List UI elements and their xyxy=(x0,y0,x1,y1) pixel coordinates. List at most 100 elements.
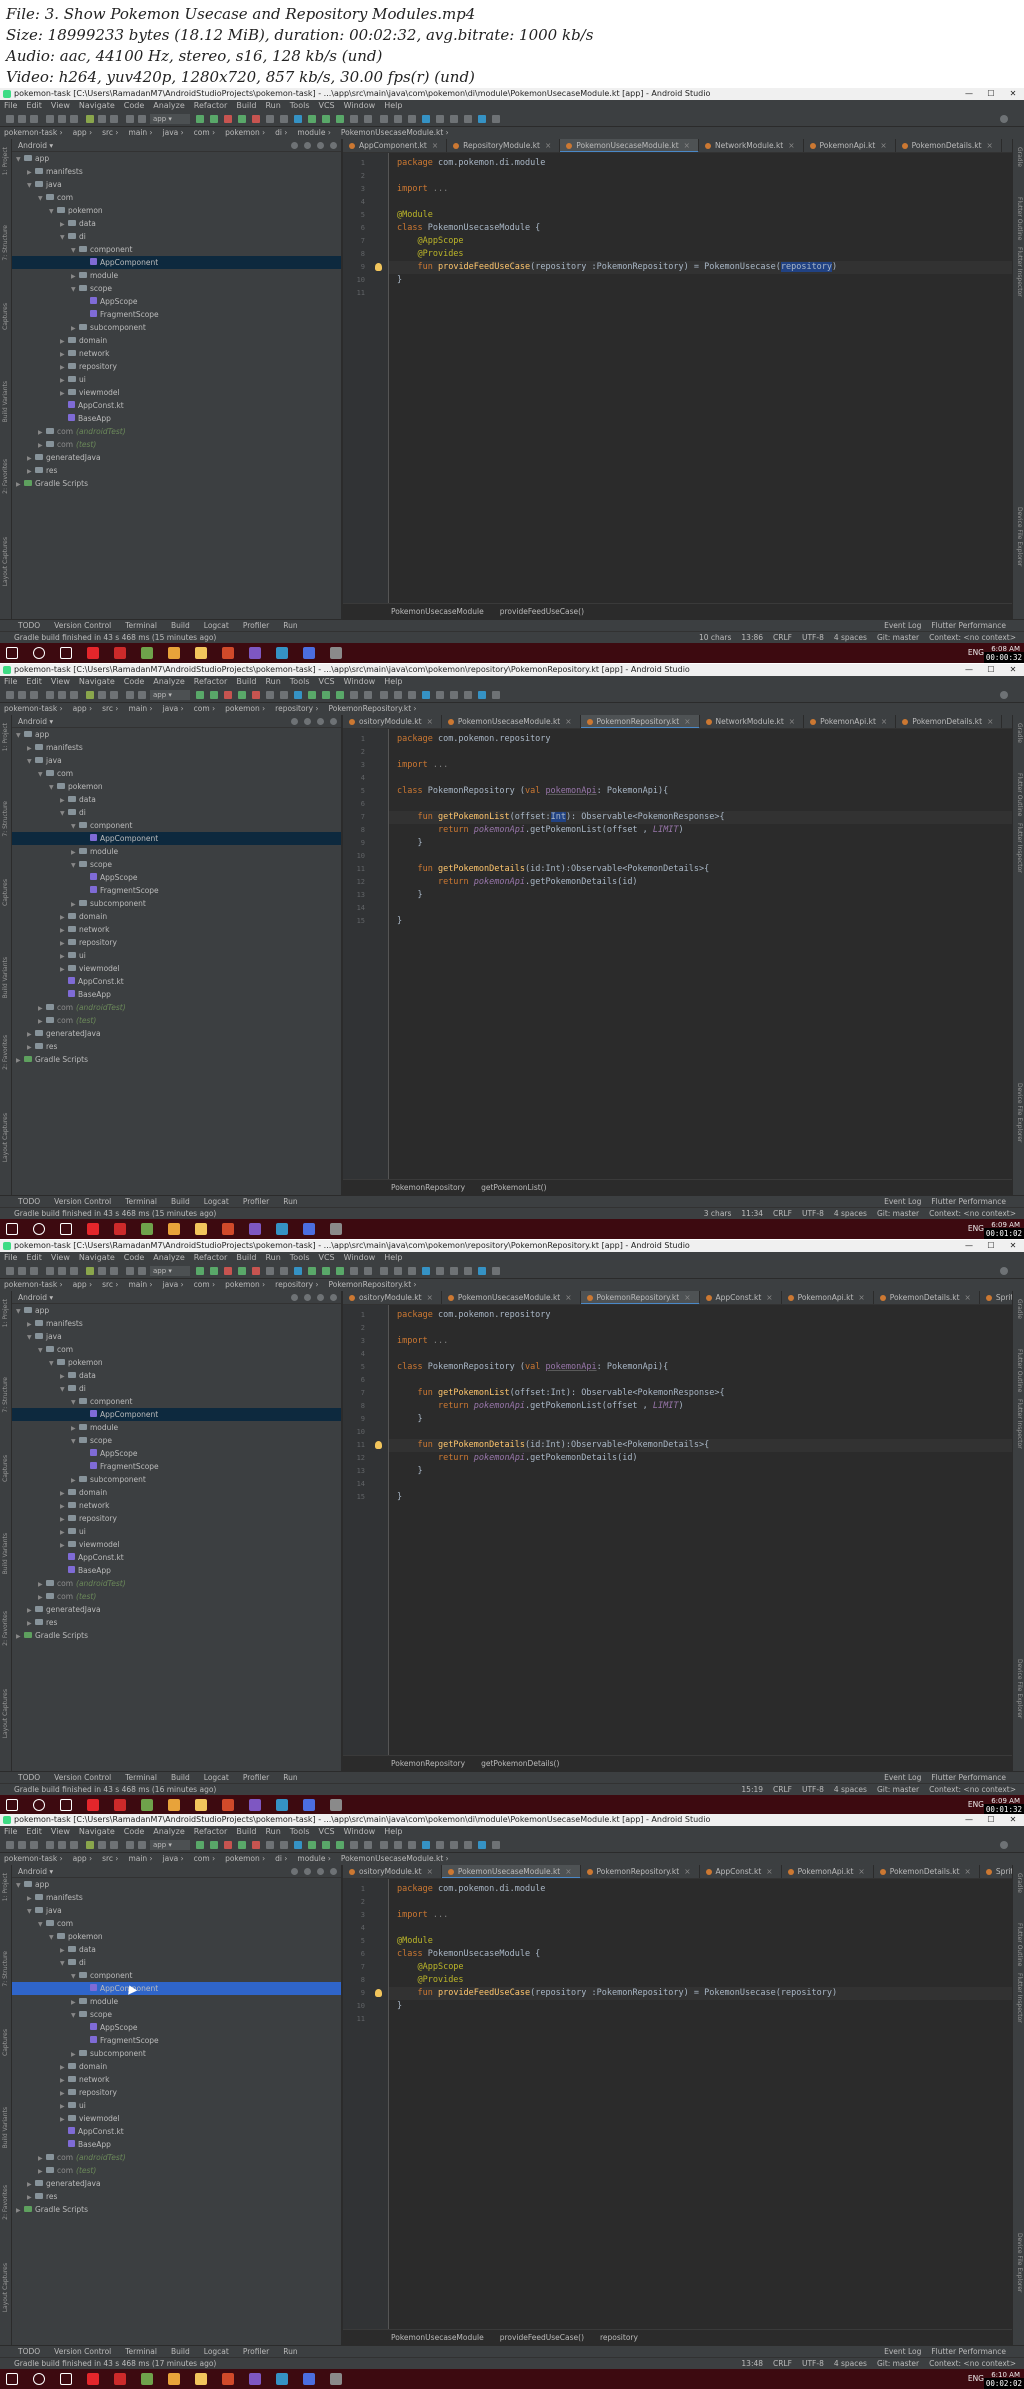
close-tab-icon[interactable]: × xyxy=(684,141,690,150)
toolbar-action-icon[interactable] xyxy=(18,115,26,123)
code-line[interactable]: 10} xyxy=(357,2000,1012,2013)
toolbar-action-icon[interactable] xyxy=(86,691,94,699)
tree-item[interactable]: ▶ module xyxy=(12,1995,341,2008)
menu-item-edit[interactable]: Edit xyxy=(26,677,42,686)
code-line[interactable]: 14 xyxy=(357,1478,1012,1491)
nav-crumb[interactable]: PokemonUsecaseModule.kt › xyxy=(341,128,449,137)
discord-icon[interactable] xyxy=(303,647,315,659)
code-line[interactable]: 5 @Module xyxy=(361,209,1012,222)
code-line[interactable]: 6 xyxy=(361,798,1012,811)
menu-item-view[interactable]: View xyxy=(51,101,70,110)
tree-item[interactable]: ▼ app xyxy=(12,728,341,741)
toolbar-action-icon[interactable] xyxy=(86,115,94,123)
editor-tab[interactable]: PokemonRepository.kt × xyxy=(581,1865,700,1878)
tree-item[interactable]: AppComponent xyxy=(12,1408,341,1421)
toolbar-action-icon[interactable] xyxy=(98,115,106,123)
close-tab-icon[interactable]: × xyxy=(880,141,886,150)
menu-item-view[interactable]: View xyxy=(51,1253,70,1262)
toolbar-action-icon[interactable] xyxy=(308,1841,316,1849)
toolbar-action-icon[interactable] xyxy=(98,1267,106,1275)
toolbar-action-icon[interactable] xyxy=(478,691,486,699)
lightbulb-icon[interactable] xyxy=(375,1989,382,1997)
menu-item-window[interactable]: Window xyxy=(344,1827,376,1836)
toolbar-action-icon[interactable] xyxy=(126,1267,134,1275)
toolbar-action-icon[interactable] xyxy=(252,115,260,123)
menu-item-vcs[interactable]: VCS xyxy=(319,1827,335,1836)
tree-item[interactable]: ▼ com xyxy=(12,767,341,780)
opera-icon[interactable] xyxy=(87,647,99,659)
menu-item-analyze[interactable]: Analyze xyxy=(153,1827,185,1836)
tree-item[interactable]: ▶ data xyxy=(12,793,341,806)
toolbar-action-icon[interactable] xyxy=(450,1841,458,1849)
menu-item-file[interactable]: File xyxy=(4,101,17,110)
gear-icon[interactable] xyxy=(317,718,324,725)
tool-window-button[interactable]: Captures xyxy=(2,879,10,906)
toolbar-action-icon[interactable] xyxy=(138,115,146,123)
tool-window-button[interactable]: 2: Favorites xyxy=(2,459,10,494)
tree-item[interactable]: ▼ java xyxy=(12,754,341,767)
tree-item[interactable]: ▶ Gradle Scripts xyxy=(12,1629,341,1642)
minimize-icon[interactable]: — xyxy=(958,1814,980,1826)
toolbar-action-icon[interactable] xyxy=(58,691,66,699)
chevron-right-icon[interactable]: ▶ xyxy=(16,1630,24,1643)
nav-crumb[interactable]: src › xyxy=(102,1854,118,1863)
menu-item-code[interactable]: Code xyxy=(124,1827,144,1836)
pdf-icon[interactable] xyxy=(114,1799,126,1811)
tree-item[interactable]: AppConst.kt xyxy=(12,2125,341,2138)
tree-item[interactable]: FragmentScope xyxy=(12,884,341,897)
close-tab-icon[interactable]: × xyxy=(987,717,993,726)
bottom-tool-button[interactable]: Run xyxy=(283,1197,297,1206)
tree-item[interactable]: ▼ scope xyxy=(12,858,341,871)
tree-item[interactable]: ▶ viewmodel xyxy=(12,2112,341,2125)
toolbar-action-icon[interactable] xyxy=(126,1841,134,1849)
toolbar-action-icon[interactable] xyxy=(422,1267,430,1275)
toolbar-action-icon[interactable] xyxy=(422,1841,430,1849)
opera-icon[interactable] xyxy=(87,2373,99,2385)
tree-item[interactable]: ▶ manifests xyxy=(12,1317,341,1330)
tree-item[interactable]: ▶ domain xyxy=(12,334,341,347)
toolbar-action-icon[interactable] xyxy=(364,1841,372,1849)
tool-window-button[interactable]: 7: Structure xyxy=(2,801,10,837)
tree-item[interactable]: ▶ res xyxy=(12,464,341,477)
code-line[interactable]: 10 xyxy=(357,850,1012,863)
chrome-icon[interactable] xyxy=(168,1799,180,1811)
nav-crumb[interactable]: java › xyxy=(163,128,184,137)
menu-item-run[interactable]: Run xyxy=(265,1253,280,1262)
status-item[interactable]: 11:34 xyxy=(741,1209,763,1218)
hide-icon[interactable] xyxy=(330,718,337,725)
toolbar-action-icon[interactable] xyxy=(364,691,372,699)
editor-tab[interactable]: Sprites.kt× xyxy=(980,1291,1012,1304)
toolbar-action-icon[interactable] xyxy=(394,1841,402,1849)
close-tab-icon[interactable]: × xyxy=(684,717,690,726)
toolbar-action-icon[interactable] xyxy=(322,1841,330,1849)
close-tab-icon[interactable]: × xyxy=(427,1867,433,1876)
toolbar-action-icon[interactable] xyxy=(294,691,302,699)
chevron-right-icon[interactable]: ▶ xyxy=(16,2204,24,2217)
toolbar-action-icon[interactable] xyxy=(210,1841,218,1849)
code-line[interactable]: 3 import ... xyxy=(361,183,1012,196)
menu-item-window[interactable]: Window xyxy=(344,677,376,686)
gear-icon[interactable] xyxy=(317,1868,324,1875)
search-icon[interactable] xyxy=(33,1223,45,1235)
app-icon[interactable] xyxy=(330,1223,342,1235)
menu-item-run[interactable]: Run xyxy=(265,101,280,110)
tool-window-button[interactable]: Flutter Inspector xyxy=(1015,1973,1023,2023)
toolbar-action-icon[interactable] xyxy=(98,691,106,699)
status-item[interactable]: Git: master xyxy=(877,1209,919,1218)
tree-item[interactable]: ▶ subcomponent xyxy=(12,321,341,334)
editor-breadcrumb[interactable]: repository xyxy=(600,2333,638,2342)
bottom-tool-button[interactable]: Flutter Performance xyxy=(931,2347,1006,2356)
toolbar-action-icon[interactable] xyxy=(436,1267,444,1275)
tool-window-button[interactable]: Flutter Outline xyxy=(1015,197,1023,240)
chrome-icon[interactable] xyxy=(168,647,180,659)
tree-item[interactable]: ▼ scope xyxy=(12,2008,341,2021)
toolbar-action-icon[interactable] xyxy=(266,115,274,123)
status-item[interactable]: Git: master xyxy=(877,1785,919,1794)
tree-item[interactable]: ▶ repository xyxy=(12,360,341,373)
minimize-icon[interactable]: — xyxy=(958,664,980,676)
bottom-tool-button[interactable]: Version Control xyxy=(54,1197,111,1206)
close-tab-icon[interactable]: × xyxy=(565,1867,571,1876)
tree-item[interactable]: ▼ com xyxy=(12,191,341,204)
search-icon[interactable] xyxy=(1000,1267,1008,1275)
menu-item-window[interactable]: Window xyxy=(344,101,376,110)
